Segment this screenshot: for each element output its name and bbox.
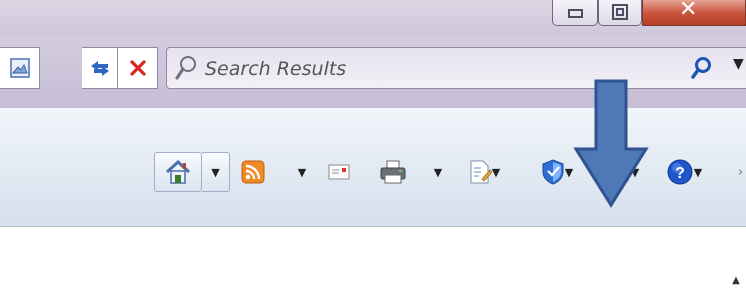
chevron-down-icon: ▼ <box>491 165 501 179</box>
stop-icon <box>129 60 146 76</box>
feeds-button[interactable] <box>238 152 268 192</box>
mail-icon <box>328 164 350 180</box>
stop-button[interactable] <box>118 47 158 89</box>
home-dropdown-button[interactable]: ▼ <box>202 152 230 192</box>
search-dropdown-icon[interactable]: ▼ <box>733 56 744 72</box>
page-menu-button[interactable]: ▼ <box>458 152 510 192</box>
safety-shield-icon <box>542 159 564 185</box>
svg-text:?: ? <box>675 165 685 182</box>
refresh-button[interactable] <box>82 47 118 89</box>
search-box[interactable]: ▼ <box>166 47 746 89</box>
scroll-up-arrow[interactable]: ▲ <box>728 275 744 289</box>
chevron-down-icon: ▼ <box>693 165 703 179</box>
chevron-down-icon: ▼ <box>433 165 443 179</box>
print-dropdown-button[interactable]: ▼ <box>428 152 448 192</box>
minimize-icon <box>568 9 583 18</box>
page-icon <box>470 160 492 184</box>
help-menu-button[interactable]: ? ▼ <box>656 152 712 192</box>
close-icon: ✕ <box>679 0 698 22</box>
print-button[interactable] <box>376 152 410 192</box>
chevron-right-icon[interactable]: › <box>738 165 743 180</box>
search-go-icon[interactable] <box>691 56 713 80</box>
annotation-arrow <box>573 79 649 208</box>
title-bar: ✕ <box>0 0 746 36</box>
chevron-down-icon: ▼ <box>297 165 307 179</box>
mail-button[interactable] <box>324 152 354 192</box>
help-icon: ? <box>667 159 693 185</box>
minimize-button[interactable] <box>552 0 598 26</box>
print-icon <box>380 160 406 184</box>
refresh-icon <box>90 61 109 76</box>
chevron-down-icon: ▼ <box>211 165 220 179</box>
close-button[interactable]: ✕ <box>642 0 746 26</box>
page-content: ▲ <box>0 226 746 286</box>
feeds-dropdown-button[interactable]: ▼ <box>292 152 312 192</box>
rss-feed-icon <box>241 160 265 184</box>
home-button[interactable] <box>154 152 202 192</box>
search-icon <box>175 56 196 80</box>
home-icon <box>165 159 191 184</box>
compatibility-view-icon <box>9 58 30 78</box>
restore-icon <box>612 4 628 20</box>
compatibility-view-button[interactable] <box>0 47 40 89</box>
restore-button[interactable] <box>598 0 642 26</box>
